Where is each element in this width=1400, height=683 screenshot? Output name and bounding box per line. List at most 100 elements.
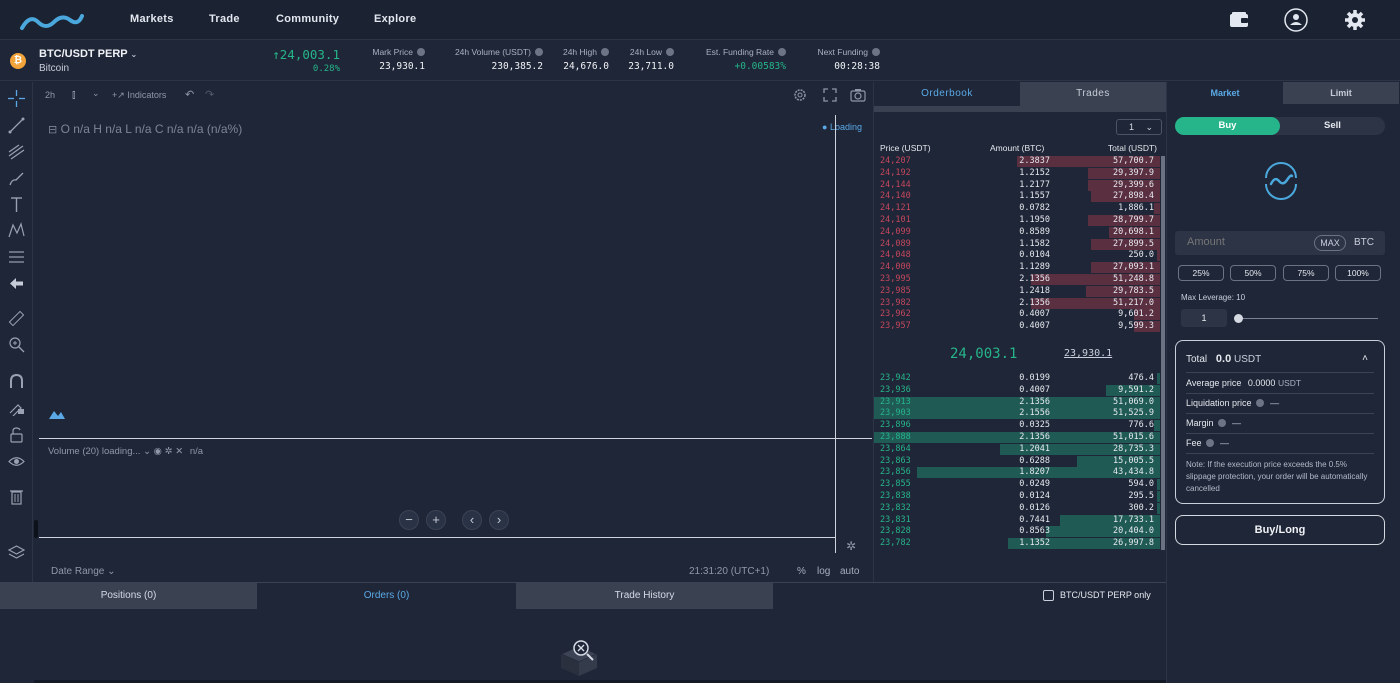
- info-icon[interactable]: [778, 48, 786, 56]
- bid-row[interactable]: 23,864 1.2041 28,735.3: [874, 443, 1160, 456]
- zoom-out-button[interactable]: −: [399, 510, 419, 530]
- measure-icon[interactable]: [8, 248, 25, 265]
- price-chart[interactable]: 2h ⫾ ⌄ +↗ Indicators ↶ ↷ ⊟ O n/a H n/a L…: [34, 82, 872, 582]
- tab-orderbook[interactable]: Orderbook: [874, 82, 1020, 106]
- ask-row[interactable]: 24,192 1.2152 29,397.9: [874, 167, 1160, 180]
- grouping-select[interactable]: 1 ⌄: [1116, 119, 1162, 135]
- chevron-up-icon[interactable]: ˄: [1362, 353, 1368, 364]
- buy-long-button[interactable]: Buy/Long: [1175, 515, 1385, 545]
- info-icon[interactable]: [535, 48, 543, 56]
- pane-separator[interactable]: [39, 438, 872, 439]
- magnet-icon[interactable]: [8, 373, 25, 390]
- tradingview-logo-icon[interactable]: [48, 408, 66, 420]
- sell-button[interactable]: Sell: [1280, 117, 1385, 135]
- info-icon[interactable]: [666, 48, 674, 56]
- ruler-icon[interactable]: [8, 310, 25, 327]
- date-range-selector[interactable]: Date Range ⌄: [51, 566, 116, 577]
- fullscreen-icon[interactable]: [823, 88, 837, 102]
- trend-line-icon[interactable]: [8, 117, 25, 134]
- amount-input[interactable]: [1187, 236, 1297, 248]
- info-icon[interactable]: [417, 48, 425, 56]
- total-row[interactable]: Total 0.0 USDT ˄: [1186, 353, 1374, 365]
- bid-row[interactable]: 23,855 0.0249 594.0: [874, 479, 1160, 491]
- collapse-toolbar-handle[interactable]: [34, 520, 38, 538]
- mark-price-link[interactable]: 23,930.1: [1064, 348, 1112, 359]
- percent-50-button[interactable]: 50%: [1230, 265, 1276, 281]
- ask-row[interactable]: 24,121 0.0782 1,886.1: [874, 203, 1160, 215]
- lock-drawing-icon[interactable]: [8, 399, 25, 416]
- interval-selector[interactable]: 2h: [45, 90, 55, 100]
- unlock-icon[interactable]: [8, 426, 25, 443]
- redo-icon[interactable]: ↷: [205, 88, 214, 101]
- tab-positions[interactable]: Positions (0): [0, 583, 257, 609]
- undo-icon[interactable]: ↶: [185, 88, 194, 101]
- pair-only-checkbox[interactable]: [1043, 590, 1054, 601]
- log-scale-toggle[interactable]: log: [817, 566, 830, 577]
- nav-explore[interactable]: Explore: [374, 13, 416, 25]
- user-icon[interactable]: [1284, 8, 1308, 32]
- text-tool-icon[interactable]: [8, 196, 25, 213]
- bid-row[interactable]: 23,863 0.6288 15,005.5: [874, 455, 1160, 468]
- bid-row[interactable]: 23,828 0.8563 20,404.0: [874, 526, 1160, 538]
- buy-button[interactable]: Buy: [1175, 117, 1280, 135]
- orderbook-scrollbar[interactable]: [1161, 156, 1165, 550]
- scroll-left-button[interactable]: ‹: [462, 510, 482, 530]
- bid-row[interactable]: 23,896 0.0325 776.6: [874, 420, 1160, 432]
- info-icon[interactable]: [872, 48, 880, 56]
- bid-row[interactable]: 23,903 2.1556 51,525.9: [874, 408, 1160, 420]
- axis-settings-icon[interactable]: ✲: [846, 539, 856, 553]
- close-icon[interactable]: ✕: [175, 446, 183, 457]
- info-icon[interactable]: [601, 48, 609, 56]
- ask-row[interactable]: 23,962 0.4007 9,601.2: [874, 309, 1160, 321]
- ask-row[interactable]: 24,144 1.2177 29,399.6: [874, 179, 1160, 192]
- bid-row[interactable]: 23,936 0.4007 9,591.2: [874, 384, 1160, 397]
- wallet-icon[interactable]: [1227, 8, 1251, 32]
- auto-scale-toggle[interactable]: auto: [840, 566, 859, 577]
- leverage-slider-track[interactable]: [1238, 318, 1378, 319]
- ask-row[interactable]: 24,000 1.1289 27,093.1: [874, 262, 1160, 274]
- tab-trade-history[interactable]: Trade History: [516, 583, 773, 609]
- tab-orders[interactable]: Orders (0): [258, 583, 515, 609]
- eye-icon[interactable]: ◉: [154, 446, 162, 457]
- camera-icon[interactable]: [850, 88, 866, 102]
- ask-row[interactable]: 23,985 1.2418 29,783.5: [874, 285, 1160, 298]
- chevron-down-icon[interactable]: ⌄: [143, 446, 151, 457]
- ask-row[interactable]: 23,957 0.4007 9,599.3: [874, 321, 1160, 333]
- bid-row[interactable]: 23,942 0.0199 476.4: [874, 373, 1160, 385]
- zoom-in-icon[interactable]: [8, 336, 25, 353]
- nav-trade[interactable]: Trade: [209, 13, 240, 25]
- scroll-right-button[interactable]: ›: [489, 510, 509, 530]
- percent-25-button[interactable]: 25%: [1178, 265, 1224, 281]
- bid-row[interactable]: 23,888 2.1356 51,015.6: [874, 432, 1160, 444]
- crosshair-icon[interactable]: [8, 90, 25, 107]
- eye-icon[interactable]: [8, 453, 25, 470]
- ask-row[interactable]: 24,140 1.1557 27,898.4: [874, 191, 1160, 203]
- layers-icon[interactable]: [8, 544, 25, 561]
- pattern-icon[interactable]: [8, 222, 25, 239]
- percent-100-button[interactable]: 100%: [1335, 265, 1381, 281]
- ask-row[interactable]: 24,101 1.1950 28,799.7: [874, 215, 1160, 227]
- pitchfork-icon[interactable]: [8, 144, 25, 161]
- bid-row[interactable]: 23,838 0.0124 295.5: [874, 491, 1160, 503]
- market-selector[interactable]: BTC/USDT PERP ⌄: [39, 48, 137, 60]
- leverage-slider-thumb[interactable]: [1234, 314, 1243, 323]
- settings-icon[interactable]: ✲: [165, 446, 173, 457]
- ask-row[interactable]: 24,089 1.1582 27,899.5: [874, 238, 1160, 251]
- ask-row[interactable]: 23,982 2.1356 51,217.0: [874, 297, 1160, 310]
- indicators-button[interactable]: +↗ Indicators: [112, 90, 166, 101]
- info-icon[interactable]: [1255, 399, 1264, 407]
- collapse-icon[interactable]: ⊟: [48, 124, 57, 136]
- max-button[interactable]: MAX: [1314, 235, 1346, 251]
- percent-75-button[interactable]: 75%: [1283, 265, 1329, 281]
- trash-icon[interactable]: [8, 488, 25, 505]
- gear-icon[interactable]: [1343, 8, 1367, 32]
- info-icon[interactable]: [1217, 419, 1226, 427]
- amount-field[interactable]: MAX BTC: [1175, 231, 1385, 255]
- bid-row[interactable]: 23,782 1.1352 26,997.8: [874, 538, 1160, 550]
- percent-scale-toggle[interactable]: %: [797, 566, 806, 577]
- bid-row[interactable]: 23,913 2.1356 51,069.0: [874, 396, 1160, 409]
- ask-row[interactable]: 23,995 2.1356 51,248.8: [874, 274, 1160, 286]
- tab-limit[interactable]: Limit: [1283, 82, 1399, 104]
- bid-row[interactable]: 23,831 0.7441 17,733.1: [874, 514, 1160, 527]
- tab-trades[interactable]: Trades: [1020, 82, 1166, 106]
